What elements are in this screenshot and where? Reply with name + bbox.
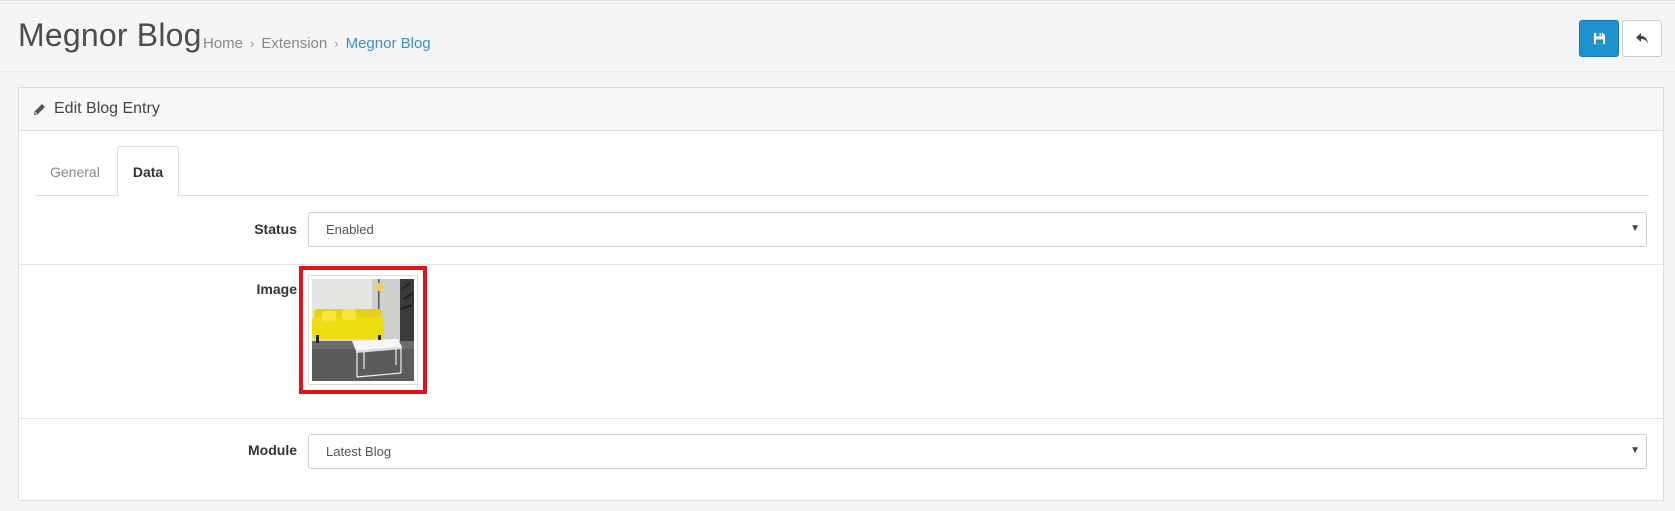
image-row: Image (19, 278, 1663, 419)
status-select[interactable]: Enabled ▼ (308, 212, 1647, 247)
status-label: Status (254, 221, 297, 237)
status-row: Status Enabled ▼ (19, 212, 1663, 265)
module-label: Module (248, 442, 297, 458)
breadcrumb-home[interactable]: Home (203, 35, 243, 52)
page-header: Megnor Blog Home › Extension › Megnor Bl… (0, 0, 1675, 72)
panel-title: Edit Blog Entry (54, 100, 160, 117)
save-button[interactable] (1579, 20, 1619, 57)
chevron-down-icon: ▼ (1630, 223, 1640, 234)
floppy-disk-icon (1593, 32, 1605, 45)
sofa-photo (312, 279, 414, 381)
module-value: Latest Blog (326, 444, 392, 459)
chevron-down-icon: ▼ (1630, 445, 1640, 456)
breadcrumb: Home › Extension › Megnor Blog (203, 35, 431, 52)
edit-blog-panel: Edit Blog Entry General Data Status Enab… (18, 87, 1664, 501)
reply-arrow-icon (1636, 33, 1648, 44)
tab-data[interactable]: Data (117, 146, 179, 197)
pencil-icon (33, 103, 46, 116)
back-button[interactable] (1622, 20, 1662, 57)
breadcrumb-extension[interactable]: Extension (261, 35, 327, 52)
breadcrumb-megnor-blog[interactable]: Megnor Blog (346, 35, 431, 52)
panel-heading: Edit Blog Entry (19, 88, 1663, 131)
tab-general[interactable]: General (35, 146, 115, 197)
page-title: Megnor Blog (18, 17, 202, 53)
breadcrumb-separator: › (334, 36, 339, 51)
blog-image (308, 275, 418, 385)
module-select[interactable]: Latest Blog ▼ (308, 434, 1647, 469)
image-label: Image (256, 281, 297, 297)
module-row: Module Latest Blog ▼ (19, 419, 1663, 500)
status-value: Enabled (326, 222, 374, 237)
tab-bar: General Data (35, 146, 1649, 197)
image-thumbnail-button[interactable] (299, 266, 427, 394)
breadcrumb-separator: › (250, 36, 255, 51)
